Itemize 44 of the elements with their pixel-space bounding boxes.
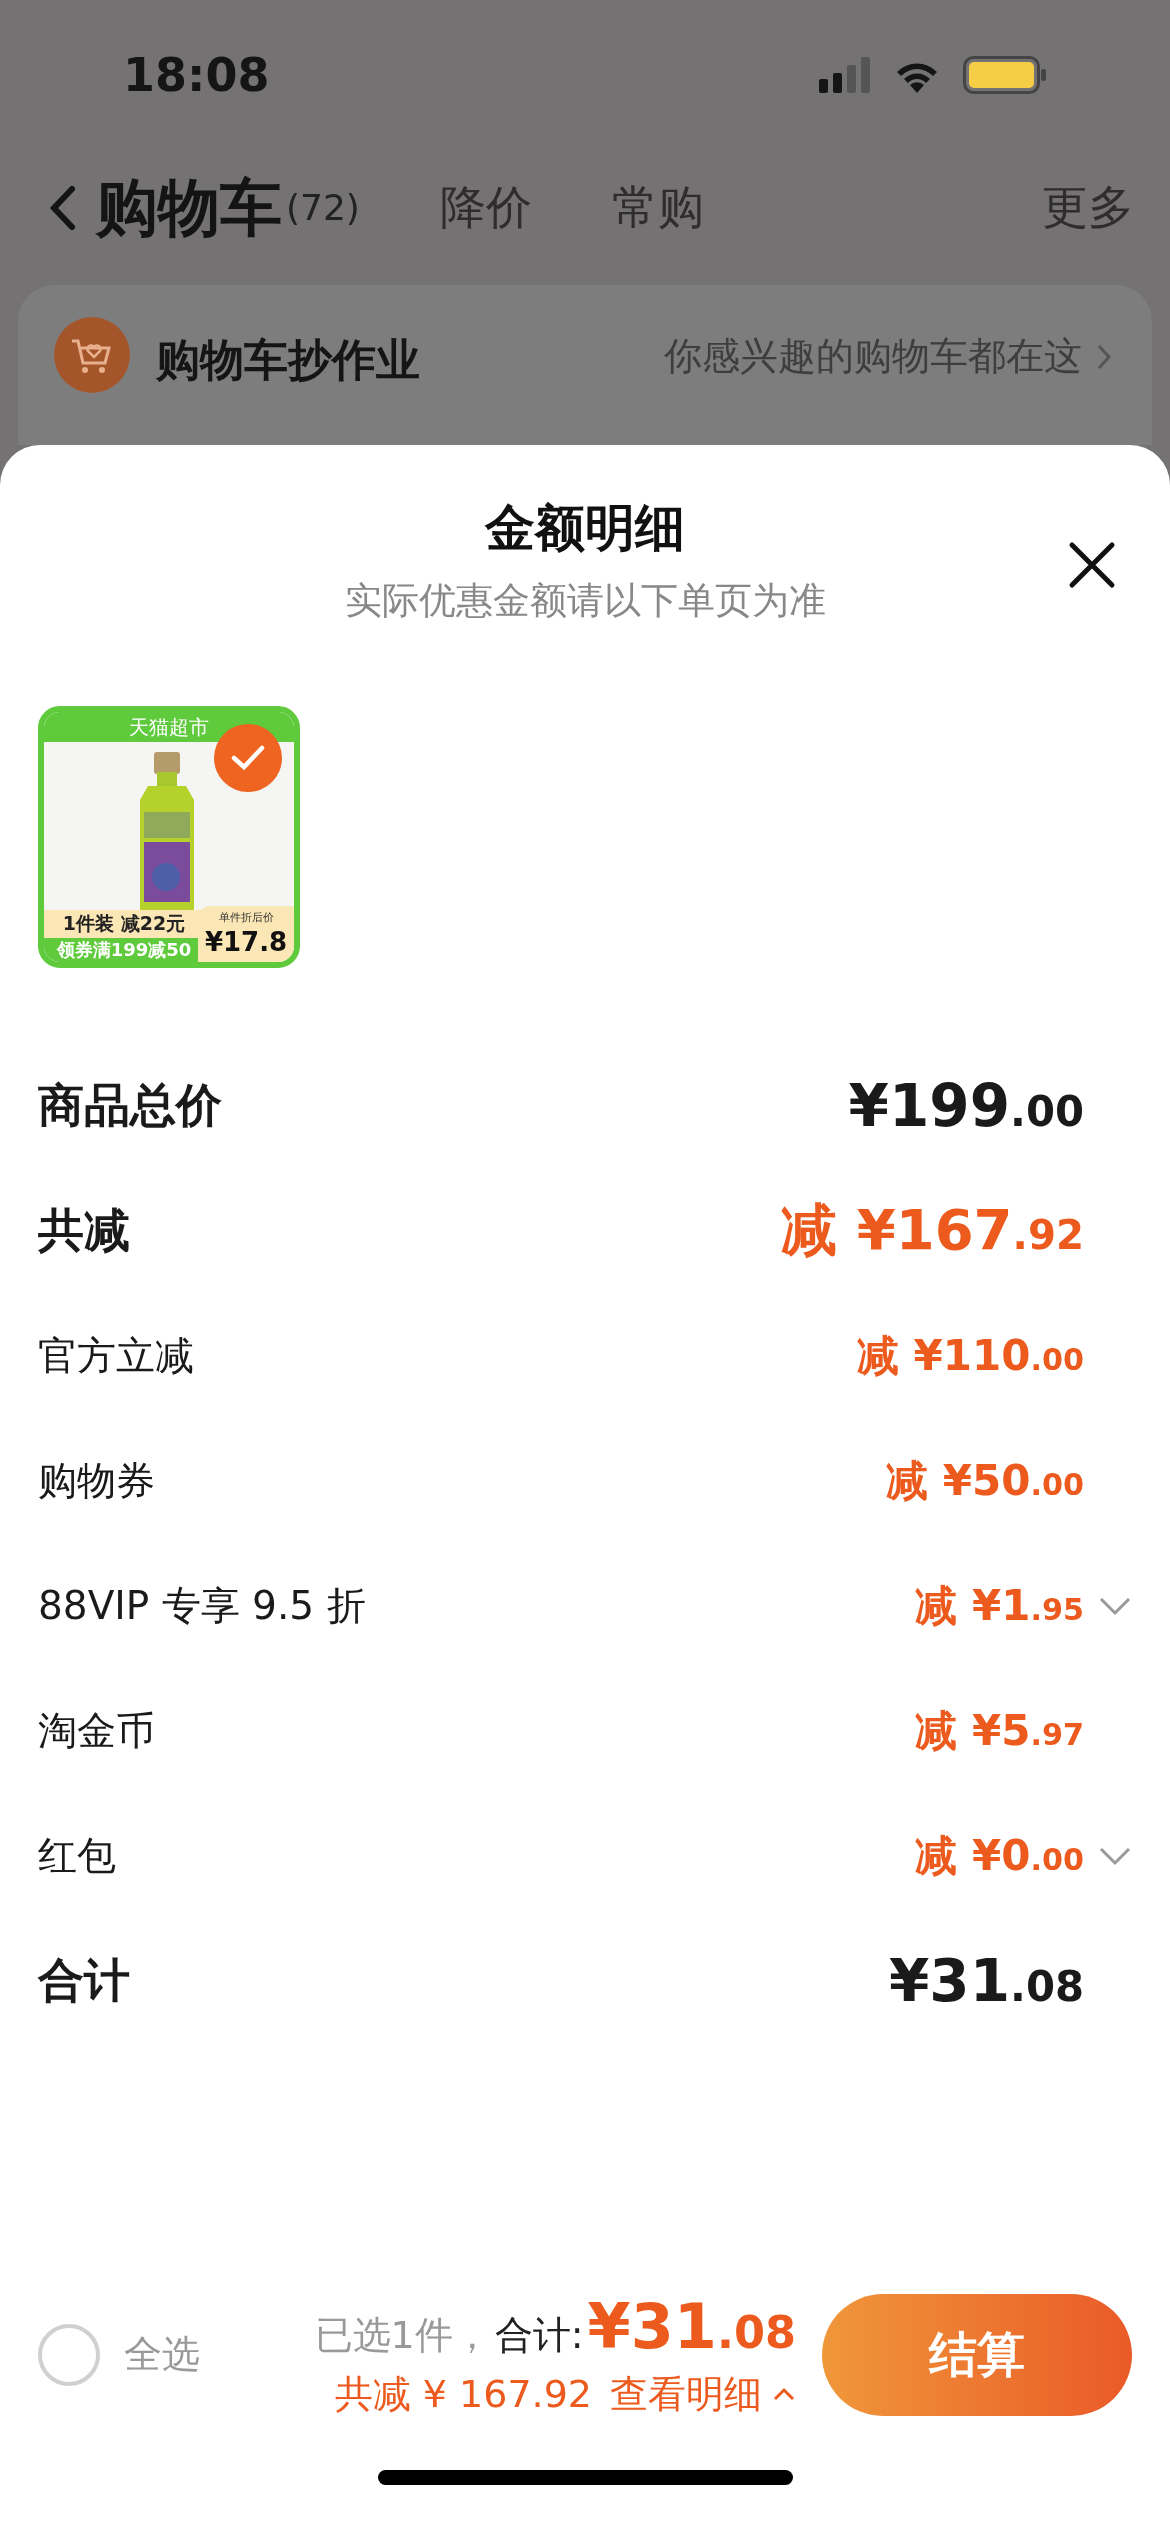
row-amount: 减 ¥1.95 bbox=[915, 1579, 1084, 1632]
banner-title: 购物车抄作业 bbox=[156, 333, 420, 387]
total-label: 合计: bbox=[494, 2311, 584, 2359]
row-label: 商品总价 bbox=[38, 1076, 222, 1134]
chevron-up-icon bbox=[772, 2387, 796, 2401]
row-amount: 减 ¥167.92 bbox=[781, 1195, 1084, 1264]
row-amount: 减 ¥110.00 bbox=[856, 1329, 1084, 1382]
store-tag: 天猫超市 bbox=[44, 712, 294, 742]
more-button[interactable]: 更多 bbox=[1042, 176, 1134, 239]
row-amount: 减 ¥0.00 bbox=[915, 1829, 1084, 1882]
chevron-down-icon[interactable] bbox=[1098, 1595, 1132, 1616]
chevron-right-icon bbox=[1096, 342, 1112, 371]
banner-link[interactable]: 你感兴趣的购物车都在这 bbox=[664, 331, 1112, 382]
battery-icon bbox=[963, 56, 1047, 94]
sheet-title: 金额明细 bbox=[485, 498, 685, 559]
nav-tab[interactable]: 常购 bbox=[611, 176, 704, 239]
row-label: 红包 bbox=[38, 1831, 116, 1880]
page-title: 购物车 bbox=[96, 169, 282, 246]
total-amount: ¥31.08 bbox=[587, 2289, 796, 2363]
row-label: 88VIP 专享 9.5 折 bbox=[38, 1581, 366, 1630]
cart-count: (72) bbox=[286, 187, 360, 228]
checkmark-icon bbox=[231, 745, 265, 771]
row-amount: ¥199.00 bbox=[848, 1071, 1084, 1140]
details-link[interactable]: 查看明细 bbox=[610, 2368, 796, 2420]
row-label: 购物券 bbox=[38, 1456, 155, 1505]
selected-count: 已选1件， bbox=[314, 2311, 491, 2359]
nav-tab[interactable]: 降价 bbox=[439, 176, 532, 239]
savings-text: 共减 ¥ 167.92 bbox=[334, 2370, 592, 2418]
row-label: 淘金币 bbox=[38, 1706, 155, 1755]
signal-icon bbox=[819, 57, 871, 93]
row-amount: 减 ¥5.97 bbox=[915, 1704, 1084, 1757]
chevron-down-icon[interactable] bbox=[1098, 1845, 1132, 1866]
row-label: 共减 bbox=[38, 1201, 130, 1259]
row-label: 合计 bbox=[38, 1951, 130, 2009]
sheet-subtitle: 实际优惠金额请以下单页为准 bbox=[344, 578, 826, 624]
row-label: 官方立减 bbox=[38, 1331, 194, 1380]
status-time: 18:08 bbox=[123, 48, 270, 102]
select-all-label: 全选 bbox=[124, 2331, 200, 2378]
checkout-button[interactable]: 结算 bbox=[822, 2293, 1132, 2416]
row-amount: 减 ¥50.00 bbox=[886, 1454, 1084, 1507]
unit-price: ¥17.8 bbox=[204, 926, 288, 959]
back-icon[interactable] bbox=[48, 184, 78, 231]
price-label: 单件折后价 bbox=[218, 910, 274, 925]
row-amount: ¥31.08 bbox=[888, 1946, 1084, 2015]
